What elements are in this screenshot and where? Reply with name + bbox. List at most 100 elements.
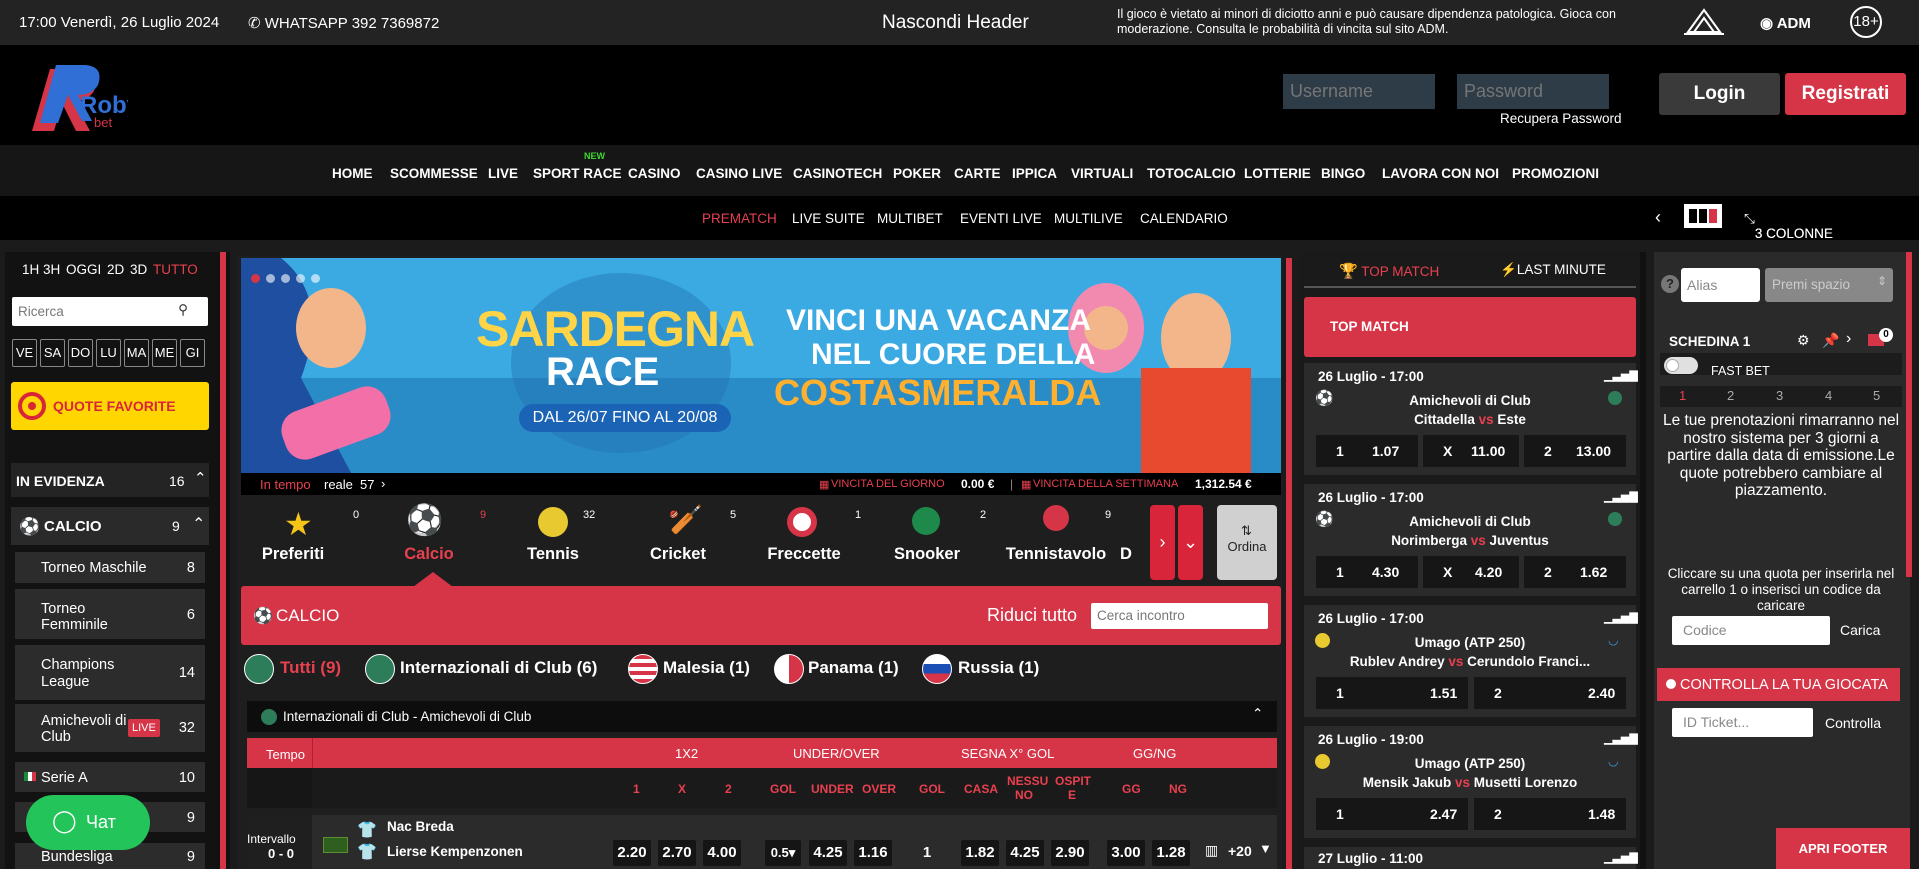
pitch-icon[interactable] (323, 837, 348, 853)
period-3d[interactable]: 3D (130, 262, 147, 277)
chevron-left-icon[interactable]: ‹ (1655, 207, 1661, 228)
odd-ng[interactable]: 1.28 (1152, 840, 1190, 866)
league-item[interactable]: Champions League 14 (15, 645, 205, 700)
sport-freccette[interactable]: 1 Freccette (741, 495, 861, 585)
match-card[interactable]: 26 Luglio - 19:00 ▁▃▅▇ ◡ Umago (ATP 250)… (1304, 726, 1638, 838)
card-odd-2[interactable]: 2 13.00 (1524, 435, 1626, 467)
card-odd-1[interactable]: 1 1.07 (1316, 435, 1418, 467)
chevron-right-icon[interactable]: › (1846, 330, 1851, 348)
table-row[interactable]: Intervallo 0 - 0 👕 👕 Nac Breda Lierse Ke… (247, 815, 1277, 869)
nav-lavora[interactable]: LAVORA CON NOI (1382, 166, 1499, 181)
load-button[interactable]: Carica (1840, 622, 1880, 638)
slip-tab-5[interactable]: 5 (1873, 388, 1880, 403)
hide-header-button[interactable]: Nascondi Header (882, 12, 1029, 34)
match-card[interactable]: 26 Luglio - 17:00 ▁▃▅▇ ⚽ Amichevoli di C… (1304, 363, 1638, 475)
card-odd-1[interactable]: 1 2.47 (1316, 798, 1468, 830)
left-scrollbar[interactable] (220, 252, 226, 869)
card-odd-2[interactable]: 2 2.40 (1474, 677, 1626, 709)
order-button[interactable]: ⇅ Ordina (1217, 505, 1277, 580)
filter-panama[interactable]: Panama (1) (808, 658, 899, 678)
odd-ospite[interactable]: 2.90 (1051, 840, 1089, 866)
day-ma[interactable]: MA (124, 339, 149, 367)
nav-carte[interactable]: CARTE (954, 166, 1001, 181)
nav-bingo[interactable]: BINGO (1321, 166, 1365, 181)
alias-input[interactable]: Alias (1681, 268, 1760, 302)
nav-ippica[interactable]: IPPICA (1012, 166, 1057, 181)
subnav-live-suite[interactable]: LIVE SUITE (792, 211, 865, 226)
league-item[interactable]: Amichevoli di Club LIVE 32 (15, 704, 205, 752)
nav-casino-live[interactable]: CASINO LIVE (696, 166, 782, 181)
filter-malesia[interactable]: Malesia (1) (663, 658, 750, 678)
odd-1[interactable]: 2.20 (613, 840, 651, 866)
nav-home[interactable]: HOME (332, 166, 373, 181)
nav-casinotech[interactable]: CASINOTECH (793, 166, 882, 181)
robybet-logo[interactable]: Roby bet (28, 61, 128, 133)
ticket-input[interactable]: ID Ticket... (1672, 708, 1813, 737)
odd-over[interactable]: 1.16 (854, 840, 892, 866)
period-oggi[interactable]: OGGI (66, 262, 101, 277)
day-ve[interactable]: VE (12, 339, 37, 367)
sport-tennistavolo[interactable]: 9 Tennistavolo (991, 495, 1121, 585)
sport-next-partial[interactable]: D (1118, 495, 1138, 585)
card-odd-1[interactable]: 1 4.30 (1316, 556, 1418, 588)
filter-internazionali[interactable]: Internazionali di Club (6) (400, 658, 597, 678)
premi-select[interactable]: Premi spazio ⇕ (1765, 268, 1893, 302)
sport-calcio[interactable]: ⚽ 9 Calcio (361, 495, 486, 587)
odd-under[interactable]: 4.25 (809, 840, 847, 866)
chevron-right-icon[interactable]: › (381, 476, 385, 491)
slip-scrollbar[interactable] (1906, 252, 1912, 577)
slip-tab-3[interactable]: 3 (1776, 388, 1783, 403)
card-odd-x[interactable]: X 11.00 (1423, 435, 1519, 467)
sport-cricket[interactable]: 🏏 5 Cricket (616, 495, 736, 585)
main-scrollbar[interactable] (1286, 258, 1292, 869)
username-input[interactable] (1283, 74, 1435, 109)
sport-snooker[interactable]: 2 Snooker (866, 495, 986, 585)
odd-x[interactable]: 2.70 (658, 840, 696, 866)
filter-all[interactable]: Tutti (9) (280, 658, 341, 678)
match-search-input[interactable]: Cerca incontro (1091, 603, 1268, 629)
card-odd-1[interactable]: 1 1.51 (1316, 677, 1468, 709)
layout-icon[interactable] (1684, 204, 1722, 228)
match-card[interactable]: 26 Luglio - 17:00 ▁▃▅▇ ◡ Umago (ATP 250)… (1304, 605, 1638, 717)
collapse-all-button[interactable]: Riduci tutto (987, 605, 1077, 626)
period-1h[interactable]: 1H (22, 262, 39, 277)
slip-tab-2[interactable]: 2 (1727, 388, 1734, 403)
tab-last-minute[interactable]: ⚡LAST MINUTE (1500, 262, 1606, 278)
period-3h[interactable]: 3H (43, 262, 60, 277)
filter-russia[interactable]: Russia (1) (958, 658, 1039, 678)
search-icon[interactable]: ⚲ (178, 302, 188, 318)
card-odd-x[interactable]: X 4.20 (1423, 556, 1519, 588)
day-do[interactable]: DO (68, 339, 93, 367)
match-card[interactable]: 27 Luglio - 11:00 ▁▃▅▇ (1304, 847, 1638, 869)
nav-totocalcio[interactable]: TOTOCALCIO (1147, 166, 1236, 181)
league-item[interactable]: Serie A 10 (15, 762, 205, 792)
subnav-eventi-live[interactable]: EVENTI LIVE (960, 211, 1042, 226)
promo-banner[interactable]: SARDEGNA RACE DAL 26/07 FINO AL 20/08 VI… (241, 258, 1281, 473)
slip-tab-1[interactable]: 1 (1679, 388, 1686, 403)
day-gi[interactable]: GI (180, 339, 205, 367)
check-button[interactable]: Controlla (1825, 715, 1881, 731)
fast-bet-toggle[interactable] (1664, 357, 1698, 374)
day-lu[interactable]: LU (96, 339, 121, 367)
gear-icon[interactable]: ⚙ (1797, 332, 1810, 349)
subnav-prematch[interactable]: PREMATCH (702, 211, 777, 226)
period-tutto[interactable]: TUTTO (153, 262, 198, 277)
banner-dots[interactable] (251, 270, 320, 288)
more-markets[interactable]: +20 (1228, 843, 1252, 859)
sports-next-button[interactable]: › (1150, 505, 1175, 580)
nav-sport-race[interactable]: SPORT RACE (533, 166, 622, 181)
subnav-multibet[interactable]: MULTIBET (877, 211, 943, 226)
subnav-multilive[interactable]: MULTILIVE (1054, 211, 1123, 226)
sport-tennis[interactable]: 32 Tennis (491, 495, 611, 585)
login-button[interactable]: Login (1659, 73, 1780, 115)
calcio-group[interactable]: ⚽ CALCIO 9 ⌃ (11, 507, 209, 545)
recover-password-link[interactable]: Recupera Password (1500, 111, 1622, 126)
nav-poker[interactable]: POKER (893, 166, 941, 181)
expand-icon[interactable]: ▼ (1259, 841, 1272, 856)
league-item[interactable]: Torneo Femminile 6 (15, 589, 205, 639)
evidence-header[interactable]: IN EVIDENZA 16 ⌃ (11, 463, 209, 497)
day-me[interactable]: ME (152, 339, 177, 367)
nav-scommesse[interactable]: SCOMMESSE (390, 166, 478, 181)
nav-casino[interactable]: CASINO (628, 166, 681, 181)
whatsapp-link[interactable]: ✆ WHATSAPP 392 7369872 (248, 14, 439, 32)
